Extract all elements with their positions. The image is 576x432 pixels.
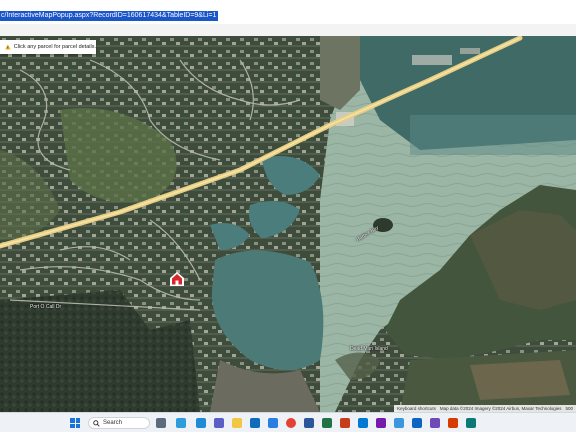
app-icon-2[interactable] <box>448 418 458 428</box>
store-icon[interactable] <box>268 418 278 428</box>
chrome-icon[interactable] <box>286 418 296 428</box>
onenote-icon[interactable] <box>376 418 386 428</box>
map-data-credit: Map data ©2024 Imagery ©2024 Airbus, Max… <box>439 406 562 411</box>
excel-icon[interactable] <box>322 418 332 428</box>
interactive-map[interactable]: Port O Call Dr Harbor Bay Dead Man Islan… <box>0 36 576 412</box>
mail-icon[interactable] <box>358 418 368 428</box>
widgets-icon[interactable] <box>176 418 186 428</box>
address-bar-url[interactable]: c/InteractiveMapPopup.aspx?RecordID=1606… <box>0 11 219 21</box>
taskbar-search-box[interactable]: Search <box>88 417 150 429</box>
outlook-icon[interactable] <box>250 418 260 428</box>
street-label-port-o-call: Port O Call Dr <box>30 304 62 310</box>
scale-label: 500 <box>565 406 573 411</box>
file-explorer-icon[interactable] <box>232 418 242 428</box>
word-icon[interactable] <box>304 418 314 428</box>
satellite-imagery[interactable] <box>0 36 576 412</box>
parcel-hint-banner: Click any parcel for parcel details. <box>0 40 96 54</box>
search-icon <box>93 419 100 427</box>
edge-icon[interactable] <box>196 418 206 428</box>
powerpoint-icon[interactable] <box>340 418 350 428</box>
calendar-icon[interactable] <box>412 418 422 428</box>
task-view-icon[interactable] <box>156 418 166 428</box>
banner-text: Click any parcel for parcel details. <box>13 44 96 50</box>
keyboard-shortcuts-link[interactable]: Keyboard shortcuts <box>397 405 436 412</box>
page-top-strip <box>0 24 576 36</box>
taskbar-search-label: Search <box>103 420 123 426</box>
windows-taskbar: Search <box>0 412 576 432</box>
photos-icon[interactable] <box>394 418 404 428</box>
map-attribution: Keyboard shortcuts Map data ©2024 Imager… <box>394 405 576 412</box>
warning-icon <box>5 44 11 50</box>
app-icon-3[interactable] <box>466 418 476 428</box>
address-bar[interactable]: c/InteractiveMapPopup.aspx?RecordID=1606… <box>0 0 576 25</box>
windows-start-icon[interactable] <box>70 418 80 428</box>
island-label: Dead Man Island <box>350 346 388 352</box>
app-icon[interactable] <box>430 418 440 428</box>
teams-icon[interactable] <box>214 418 224 428</box>
